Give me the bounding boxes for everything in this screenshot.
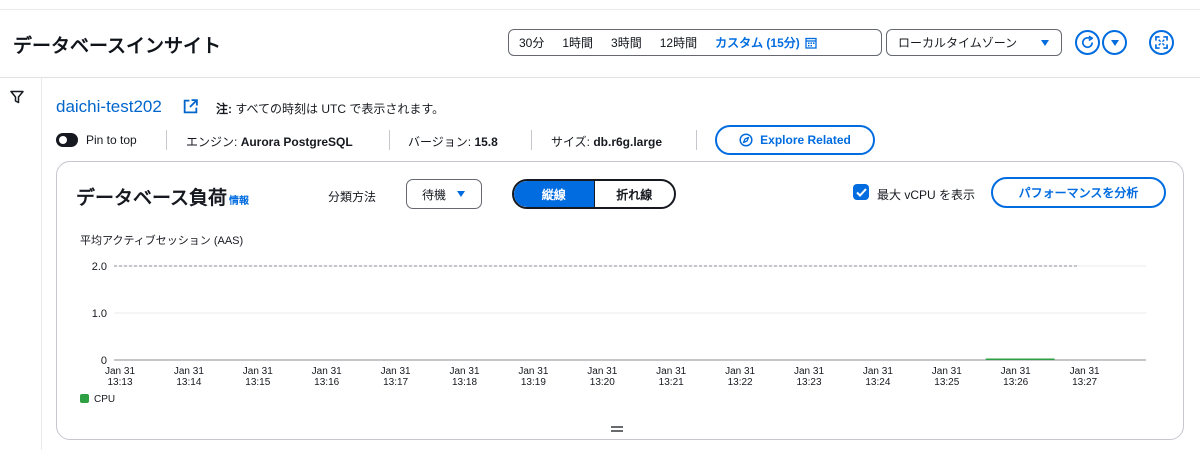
- size-info: サイズ: db.r6g.large: [551, 133, 662, 150]
- engine-label: エンジン:: [186, 135, 238, 149]
- explore-label: Explore Related: [760, 133, 851, 147]
- range-option-custom[interactable]: カスタム (15分): [706, 34, 826, 51]
- pin-toggle[interactable]: [56, 133, 78, 147]
- calendar-icon: [805, 37, 817, 49]
- x-tick-time: 13:19: [521, 377, 546, 388]
- meta-separator: [166, 130, 167, 150]
- max-vcpu-label: 最大 vCPU を表示: [877, 188, 976, 202]
- meta-separator: [389, 130, 390, 150]
- x-tick-time: 13:25: [934, 377, 959, 388]
- x-tick-date: Jan 31: [243, 366, 273, 377]
- x-tick-date: Jan 31: [381, 366, 411, 377]
- x-tick-time: 13:26: [1003, 377, 1028, 388]
- x-tick-time: 13:16: [314, 377, 339, 388]
- y-tick-label: 2.0: [92, 261, 107, 273]
- custom-range-label: カスタム (15分): [715, 36, 800, 50]
- x-tick-time: 13:15: [245, 377, 270, 388]
- analyze-performance-button[interactable]: パフォーマンスを分析: [991, 177, 1166, 208]
- view-option-line[interactable]: 折れ線: [593, 181, 675, 207]
- refresh-icon: [1082, 35, 1094, 49]
- x-tick-time: 13:27: [1072, 377, 1097, 388]
- legend-label: CPU: [94, 394, 115, 405]
- x-tick-date: Jan 31: [725, 366, 755, 377]
- external-link[interactable]: [182, 98, 199, 120]
- caret-down-icon: [457, 191, 465, 197]
- x-tick-date: Jan 31: [932, 366, 962, 377]
- info-link[interactable]: 情報: [229, 192, 249, 207]
- range-option-30m[interactable]: 30分: [509, 34, 553, 51]
- classify-select[interactable]: 待機: [406, 179, 482, 209]
- refresh-options-button[interactable]: [1102, 30, 1127, 55]
- note-text: すべての時刻は UTC で表示されます。: [235, 102, 445, 116]
- x-tick-time: 13:23: [796, 377, 821, 388]
- meta-separator: [531, 130, 532, 150]
- view-option-bar[interactable]: 縦線: [514, 181, 594, 207]
- x-tick-time: 13:21: [659, 377, 684, 388]
- header-top-border: [0, 9, 1200, 10]
- x-tick-date: Jan 31: [1070, 366, 1100, 377]
- x-tick-date: Jan 31: [656, 366, 686, 377]
- y-tick-label: 1.0: [92, 308, 107, 320]
- meta-separator: [696, 130, 697, 150]
- chart-view-toggle: 縦線 折れ線: [512, 179, 676, 209]
- refresh-button[interactable]: [1075, 30, 1100, 55]
- filter-rail-divider: [41, 78, 42, 450]
- filter-icon: [10, 90, 24, 104]
- explore-related-button[interactable]: Explore Related: [715, 125, 875, 155]
- x-tick-date: Jan 31: [587, 366, 617, 377]
- range-option-3h[interactable]: 3時間: [602, 34, 651, 51]
- time-range-selector: 30分 1時間 3時間 12時間 カスタム (15分): [508, 29, 882, 56]
- note-label: 注:: [216, 102, 232, 116]
- x-tick-time: 13:18: [452, 377, 477, 388]
- page-title: データベースインサイト: [13, 36, 222, 57]
- range-option-1h[interactable]: 1時間: [553, 34, 602, 51]
- classify-label: 分類方法: [328, 190, 377, 204]
- engine-info: エンジン: Aurora PostgreSQL: [186, 133, 353, 150]
- size-label: サイズ:: [551, 135, 590, 149]
- version-info: バージョン: 15.8: [408, 133, 498, 150]
- x-tick-date: Jan 31: [518, 366, 548, 377]
- header-divider: [0, 77, 1200, 78]
- check-icon: [855, 187, 867, 197]
- x-tick-date: Jan 31: [174, 366, 204, 377]
- drag-handle-icon: [611, 426, 623, 432]
- max-vcpu-checkbox[interactable]: [853, 184, 869, 200]
- cpu-bar: [985, 358, 1055, 360]
- x-tick-date: Jan 31: [863, 366, 893, 377]
- filter-toggle[interactable]: [10, 90, 24, 109]
- x-tick-date: Jan 31: [312, 366, 342, 377]
- classify-value: 待機: [421, 187, 446, 202]
- instance-link[interactable]: daichi-test202: [56, 97, 162, 117]
- x-tick-date: Jan 31: [1001, 366, 1031, 377]
- caret-down-icon: [1110, 39, 1119, 46]
- engine-value: Aurora PostgreSQL: [240, 135, 353, 149]
- x-tick-time: 13:22: [728, 377, 753, 388]
- y-axis-label: 平均アクティブセッション (AAS): [80, 233, 243, 247]
- resize-handle[interactable]: [610, 420, 624, 438]
- caret-down-icon: [1041, 39, 1049, 46]
- x-tick-date: Jan 31: [794, 366, 824, 377]
- size-value: db.r6g.large: [593, 135, 663, 149]
- utc-note: 注: すべての時刻は UTC で表示されます。: [216, 100, 444, 117]
- timezone-select[interactable]: ローカルタイムゾーン: [886, 29, 1062, 56]
- range-option-12h[interactable]: 12時間: [651, 34, 706, 51]
- version-value: 15.8: [474, 135, 498, 149]
- fullscreen-button[interactable]: [1149, 30, 1174, 55]
- x-tick-date: Jan 31: [105, 366, 135, 377]
- version-label: バージョン:: [408, 135, 472, 149]
- db-load-chart: 平均アクティブセッション (AAS)01.02.0Jan 3113:13Jan …: [80, 233, 1146, 405]
- x-tick-time: 13:20: [590, 377, 615, 388]
- x-tick-time: 13:24: [865, 377, 890, 388]
- x-tick-time: 13:17: [383, 377, 408, 388]
- fullscreen-icon: [1155, 36, 1168, 49]
- compass-icon: [739, 133, 753, 147]
- pin-label: Pin to top: [86, 133, 137, 147]
- external-link-icon: [183, 99, 198, 114]
- timezone-value: ローカルタイムゾーン: [898, 36, 1018, 50]
- x-tick-time: 13:14: [176, 377, 201, 388]
- x-tick-date: Jan 31: [449, 366, 479, 377]
- legend-swatch: [80, 394, 89, 403]
- x-tick-time: 13:13: [107, 377, 132, 388]
- card-title: データベース負荷: [76, 188, 228, 209]
